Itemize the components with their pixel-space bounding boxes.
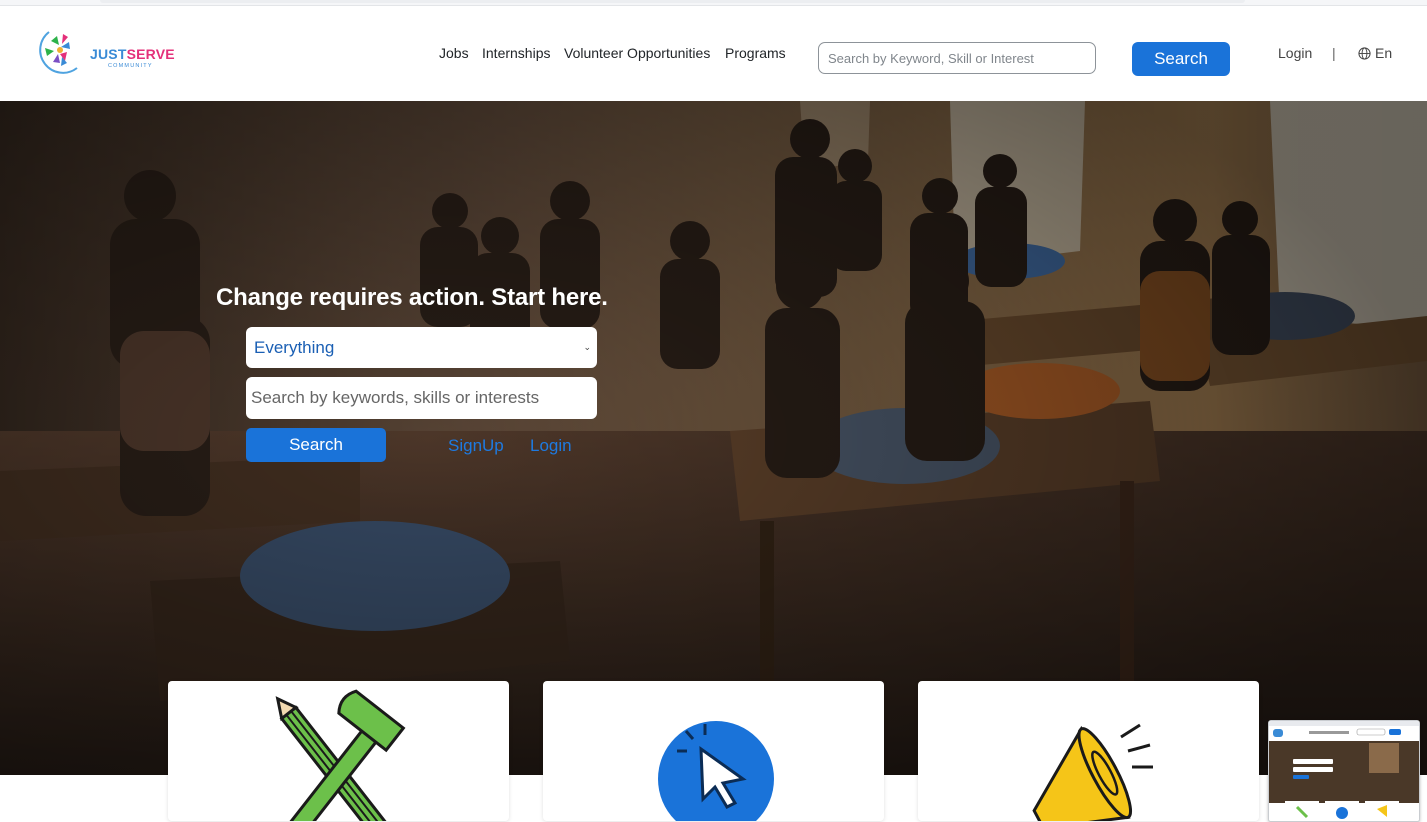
hammer-pencil-icon <box>275 689 406 821</box>
hero-section: Change requires action. Start here. Ever… <box>0 101 1427 775</box>
justserve-logo[interactable]: JUSTSERVE COMMUNITY <box>33 26 183 82</box>
language-label: En <box>1375 45 1393 61</box>
header-search-input[interactable] <box>818 42 1096 74</box>
hero-login-link[interactable]: Login <box>530 436 572 456</box>
hero-search-input[interactable] <box>246 377 597 419</box>
logo-wordmark: JUSTSERVE <box>90 46 175 62</box>
chevron-down-icon: ⌄ <box>583 342 591 352</box>
globe-icon <box>1358 47 1371 60</box>
header-search-button[interactable]: Search <box>1132 42 1230 76</box>
hero-search-button[interactable]: Search <box>246 428 386 462</box>
thumbnail-preview-image <box>1269 721 1419 821</box>
feature-card-2[interactable] <box>543 681 884 821</box>
category-select-value: Everything <box>254 338 335 357</box>
category-select[interactable]: Everything ⌄ <box>246 327 597 368</box>
hero-signup-link[interactable]: SignUp <box>448 436 504 456</box>
site-header: JUSTSERVE COMMUNITY Jobs Internships Vol… <box>0 6 1427 100</box>
header-login-link[interactable]: Login <box>1278 45 1312 61</box>
logo-star-icon <box>39 31 78 74</box>
megaphone-icon <box>1032 723 1153 821</box>
nav-jobs[interactable]: Jobs <box>439 45 469 61</box>
feature-card-3[interactable] <box>918 681 1259 821</box>
nav-programs[interactable]: Programs <box>725 45 786 61</box>
page-preview-thumbnail[interactable] <box>1268 720 1420 822</box>
feature-card-1[interactable] <box>168 681 509 821</box>
language-selector[interactable]: En <box>1358 45 1392 61</box>
classroom-photo <box>0 101 1427 775</box>
cursor-click-icon <box>658 721 774 821</box>
hero-headline: Change requires action. Start here. <box>216 284 608 311</box>
nav-internships[interactable]: Internships <box>482 45 550 61</box>
logo-subtitle: COMMUNITY <box>108 63 153 69</box>
nav-volunteer-opportunities[interactable]: Volunteer Opportunities <box>564 45 710 61</box>
header-separator: | <box>1332 45 1336 61</box>
